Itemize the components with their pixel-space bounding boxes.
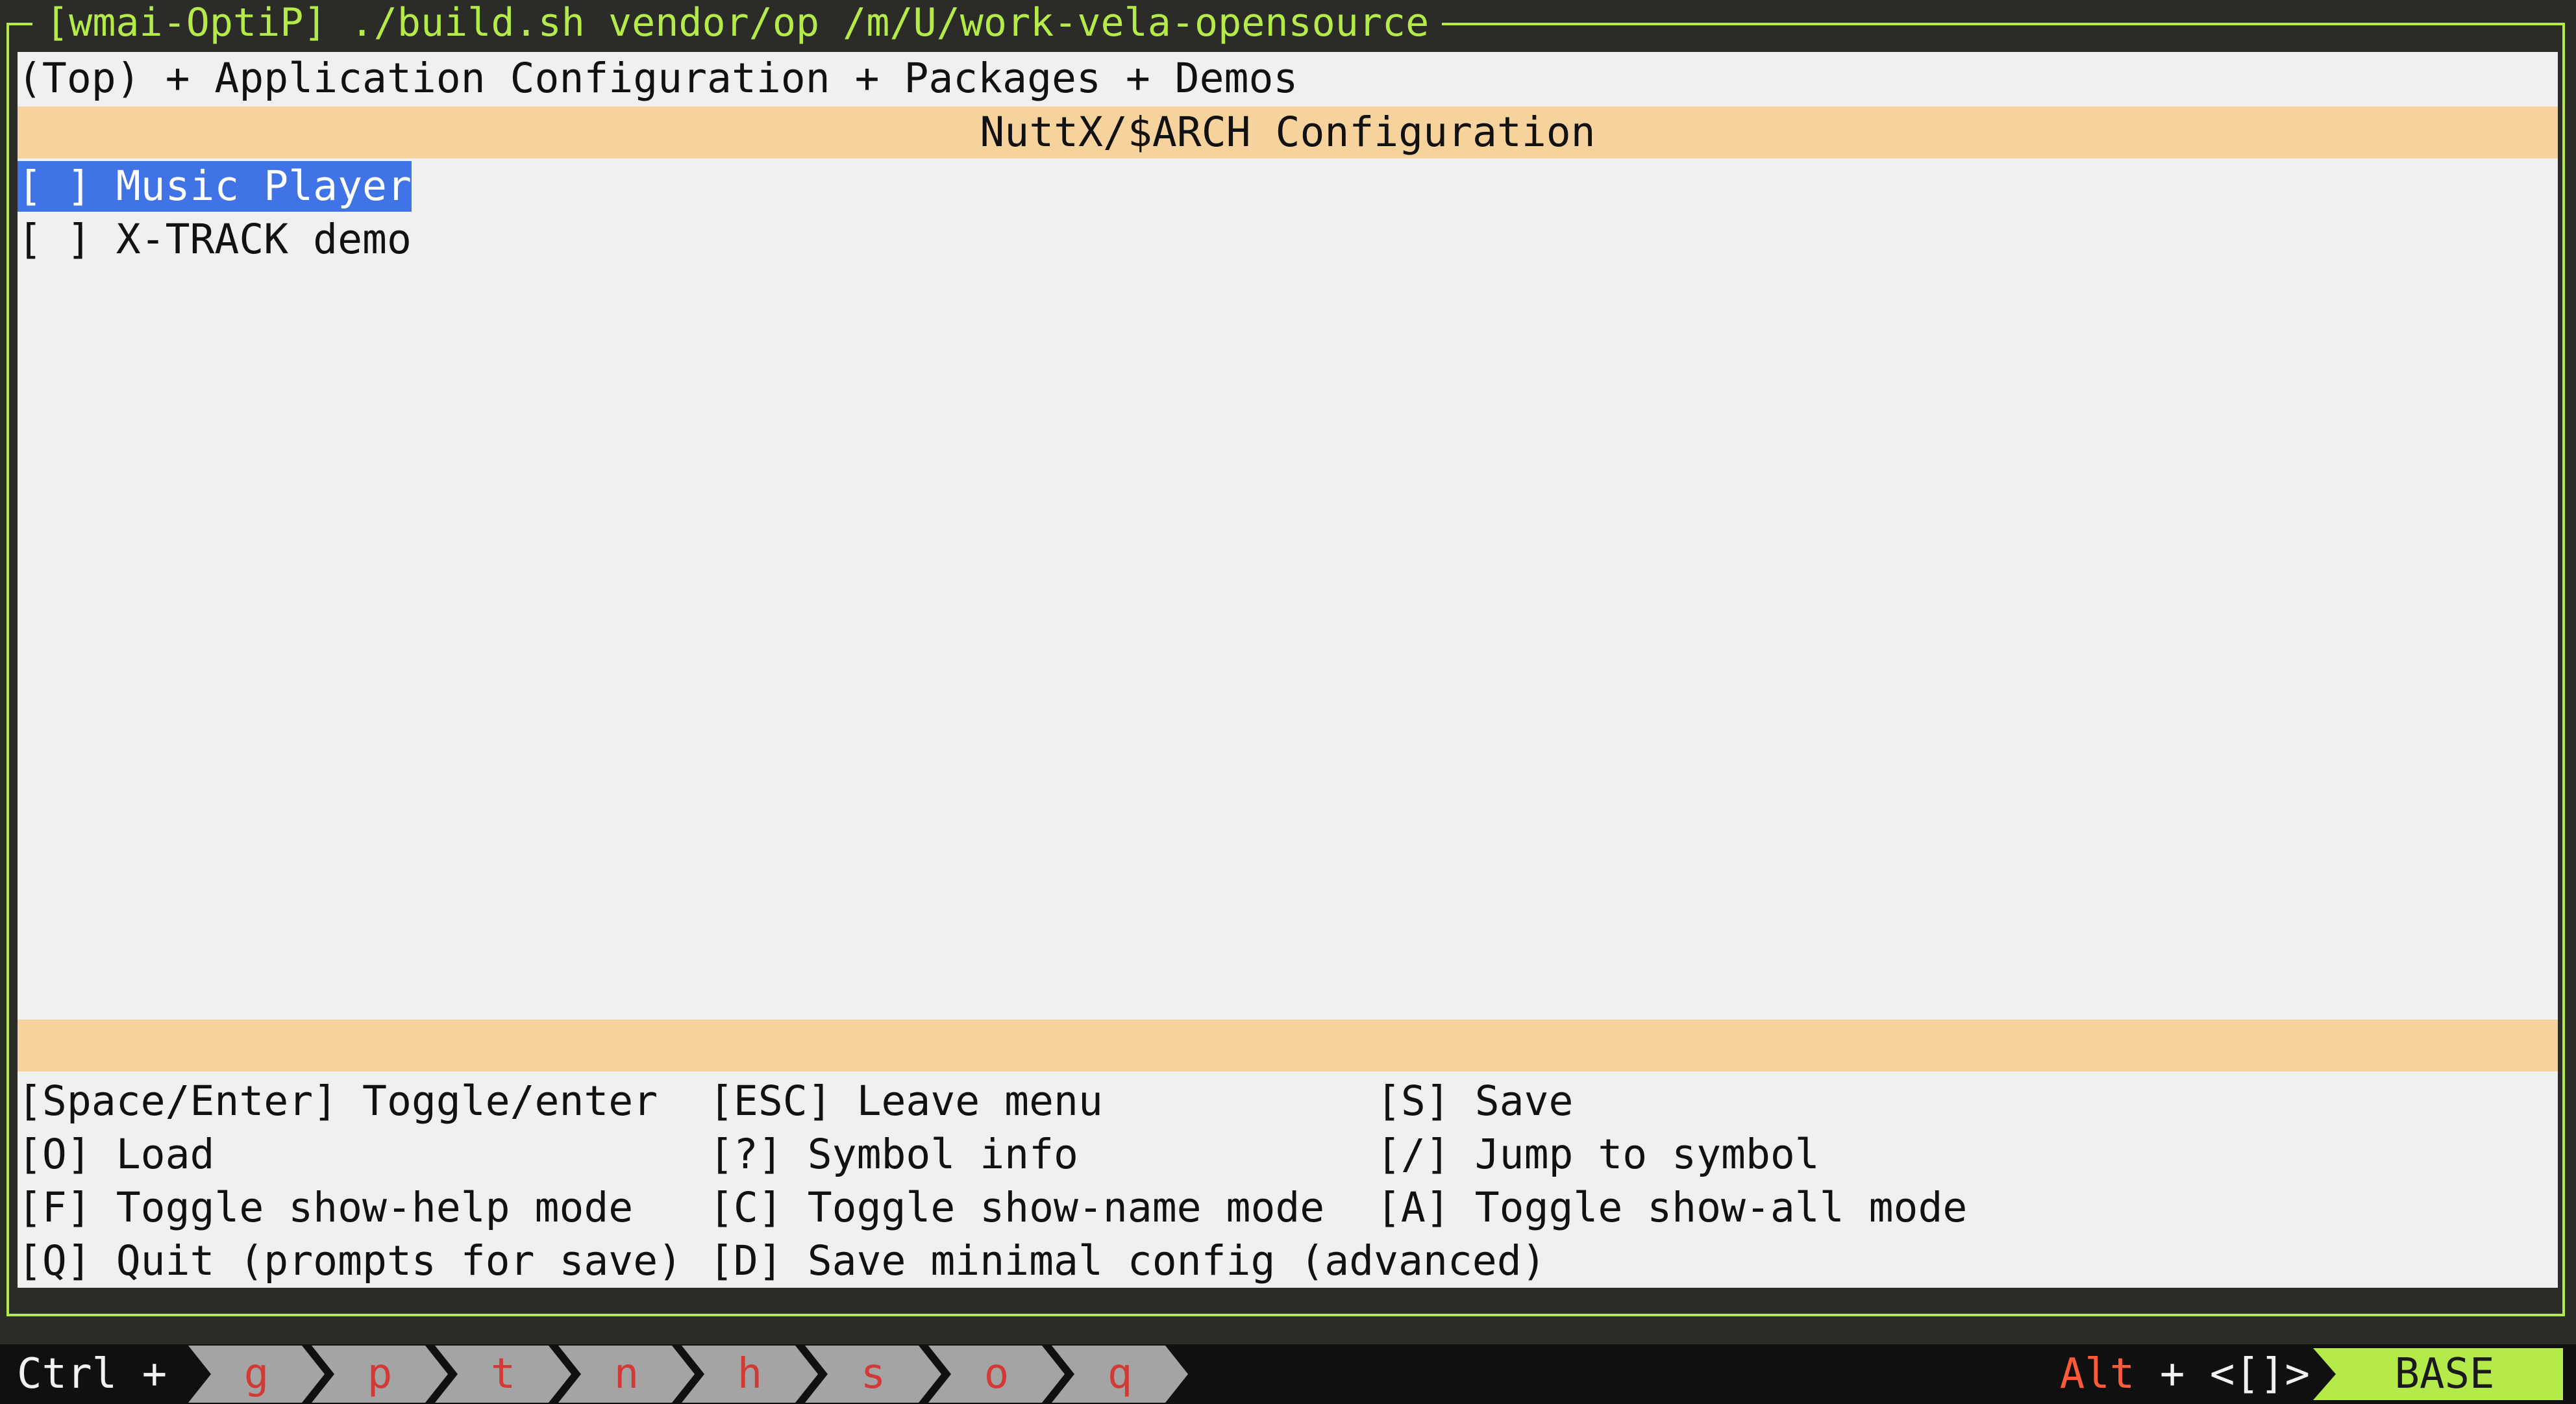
menu-header: NuttX/$ARCH Configuration xyxy=(18,107,2558,158)
help-show-all-mode: [A] Toggle show-all mode xyxy=(1376,1184,1968,1231)
alt-plus: + xyxy=(2159,1350,2185,1398)
key-s[interactable]: s xyxy=(805,1346,941,1403)
menu-item-label: [ ] Music Player xyxy=(18,161,412,212)
help-row: [F] Toggle show-help mode [C] Toggle sho… xyxy=(18,1181,1967,1235)
status-bar: Ctrl + g p t n h s o q Alt + <[]> BASE xyxy=(0,1344,2576,1404)
help-symbol-info: [?] Symbol info xyxy=(709,1131,1078,1178)
help-leave-menu: [ESC] Leave menu xyxy=(709,1077,1103,1125)
help-save: [S] Save xyxy=(1376,1077,1574,1125)
help-show-help-mode: [F] Toggle show-help mode xyxy=(18,1184,634,1231)
menu-item-music-player[interactable]: [ ] Music Player xyxy=(18,160,412,213)
key-h[interactable]: h xyxy=(682,1346,818,1403)
help-show-name-mode: [C] Toggle show-name mode xyxy=(709,1184,1325,1231)
help-quit: [Q] Quit (prompts for save) xyxy=(18,1237,683,1285)
help-row: [Q] Quit (prompts for save) [D] Save min… xyxy=(18,1235,1546,1288)
key-g[interactable]: g xyxy=(188,1346,325,1403)
pane-title: [wmai-OptiP] ./build.sh vendor/op /m/U/w… xyxy=(32,0,1443,45)
alt-bracket-keys[interactable]: <[]> xyxy=(2210,1350,2310,1398)
help-row: [O] Load [?] Symbol info [/] Jump to sym… xyxy=(18,1128,1820,1181)
key-n[interactable]: n xyxy=(558,1346,695,1403)
help-load: [O] Load xyxy=(18,1131,215,1178)
terminal-window: [wmai-OptiP] ./build.sh vendor/op /m/U/w… xyxy=(0,0,2576,1404)
key-p[interactable]: p xyxy=(312,1346,448,1403)
key-o[interactable]: o xyxy=(928,1346,1065,1403)
menuconfig-screen: (Top) + Application Configuration + Pack… xyxy=(18,52,2558,1288)
alt-shortcut-group: Alt + <[]> xyxy=(2060,1344,2310,1404)
menu-item-x-track-demo[interactable]: [ ] X-TRACK demo xyxy=(18,213,412,266)
key-t[interactable]: t xyxy=(435,1346,571,1403)
help-jump-to-symbol: [/] Jump to symbol xyxy=(1376,1131,1820,1178)
help-toggle-enter: [Space/Enter] Toggle/enter xyxy=(18,1077,658,1125)
key-q[interactable]: q xyxy=(1052,1346,1188,1403)
menu-item-label: [ ] X-TRACK demo xyxy=(18,216,412,263)
alt-label: Alt xyxy=(2059,1350,2135,1398)
breadcrumb: (Top) + Application Configuration + Pack… xyxy=(18,55,1298,102)
ctrl-label: Ctrl + xyxy=(17,1350,167,1398)
menu-footer-band xyxy=(18,1020,2558,1072)
help-save-minimal: [D] Save minimal config (advanced) xyxy=(709,1237,1546,1285)
help-row: [Space/Enter] Toggle/enter [ESC] Leave m… xyxy=(18,1075,1573,1128)
mode-badge: BASE xyxy=(2313,1348,2563,1400)
